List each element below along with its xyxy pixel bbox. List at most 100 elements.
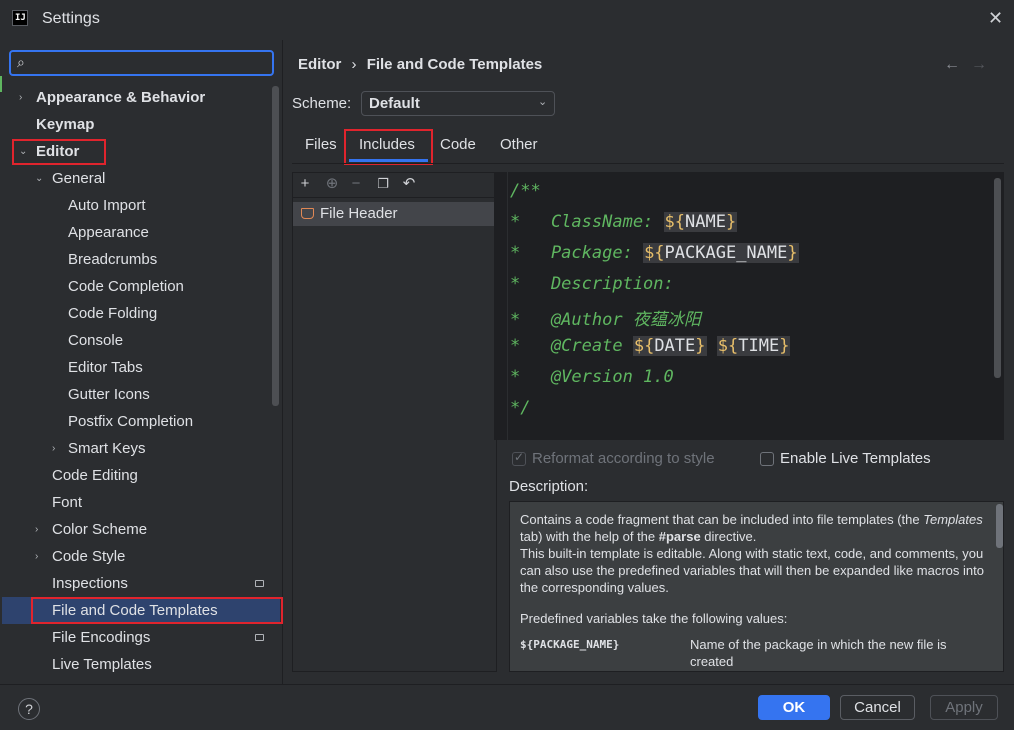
sidebar-item-breadcrumbs[interactable]: Breadcrumbs (68, 246, 157, 273)
sidebar-item-general[interactable]: General (52, 165, 105, 192)
sidebar-item-file-and-code-templates[interactable]: File and Code Templates (52, 597, 218, 624)
gutter-accent (0, 76, 2, 92)
sidebar-item-auto-import[interactable]: Auto Import (68, 192, 146, 219)
chevron-down-icon: ⌄ (538, 96, 548, 108)
sidebar-item-editor-tabs[interactable]: Editor Tabs (68, 354, 143, 381)
description-text: Contains a code fragment that can be inc… (520, 511, 990, 670)
scheme-value: Default (369, 95, 420, 112)
apply-button[interactable]: Apply (930, 695, 998, 720)
chevron-down-icon[interactable]: ⌄ (35, 173, 43, 184)
search-icon: ⌕ (17, 54, 25, 70)
live-templates-label: Enable Live Templates (780, 450, 931, 467)
ok-button[interactable]: OK (758, 695, 830, 720)
chevron-right-icon[interactable]: › (35, 551, 38, 562)
template-list-toolbar: + ⊕ − ❐ ↶ (292, 172, 497, 198)
editor-gutter (494, 172, 508, 440)
close-icon[interactable]: ✕ (988, 8, 1003, 29)
reformat-checkbox[interactable]: ✓ (512, 450, 526, 466)
sidebar-item-keymap[interactable]: Keymap (36, 111, 94, 138)
description-paragraph: This built-in template is editable. Alon… (520, 546, 984, 595)
variable-close-brace: } (695, 336, 706, 356)
tab-other[interactable]: Other (500, 136, 538, 153)
sidebar-item-code-editing[interactable]: Code Editing (52, 462, 138, 489)
variable-name-text: PACKAGE_NAME (664, 243, 788, 263)
live-templates-checkbox[interactable] (760, 452, 774, 466)
sidebar-item-smart-keys[interactable]: Smart Keys (68, 435, 146, 462)
sidebar-item-live-templates[interactable]: Live Templates (52, 651, 152, 678)
project-scope-icon (255, 580, 264, 587)
scheme-dropdown[interactable]: Default ⌄ (361, 91, 555, 116)
chevron-right-icon[interactable]: › (19, 92, 22, 103)
search-field[interactable]: ⌕ (9, 50, 274, 76)
template-list-panel (292, 172, 497, 672)
description-paragraph: Contains a code fragment that can be inc… (520, 511, 990, 545)
description-panel: Contains a code fragment that can be inc… (509, 501, 1004, 672)
window-title: Settings (42, 10, 100, 27)
chevron-down-icon[interactable]: ⌄ (19, 146, 27, 157)
cancel-button[interactable]: Cancel (840, 695, 915, 720)
sidebar-scrollbar[interactable] (272, 86, 279, 406)
add-child-icon[interactable]: ⊕ (323, 175, 341, 193)
back-arrow-icon[interactable]: ← (944, 56, 960, 74)
code-line: */ (510, 398, 531, 418)
breadcrumb-parent[interactable]: Editor (298, 56, 341, 73)
description-scrollbar[interactable] (996, 504, 1003, 548)
text-run: directive. (700, 529, 757, 544)
variable-name-text: TIME (738, 336, 780, 356)
code-line: * ClassName: ${NAME} (510, 212, 738, 232)
description-paragraph: Predefined variables take the following … (520, 611, 788, 626)
code-line: /** (510, 181, 541, 201)
text-run: tab) with the help of the (520, 529, 659, 544)
sidebar-item-gutter-icons[interactable]: Gutter Icons (68, 381, 150, 408)
sidebar-item-console[interactable]: Console (68, 327, 123, 354)
help-button[interactable]: ? (18, 698, 40, 720)
breadcrumb-current: File and Code Templates (366, 56, 543, 73)
sidebar-item-appearance-behavior[interactable]: Appearance & Behavior (36, 84, 205, 111)
app-icon: IJ (12, 10, 28, 26)
variable-description: Name of the package in which the new fil… (690, 637, 947, 669)
reformat-label: Reformat according to style (532, 450, 715, 467)
reset-icon[interactable]: ↶ (400, 175, 418, 193)
copy-icon[interactable]: ❐ (374, 175, 392, 193)
code-line: * @Version 1.0 (510, 367, 674, 387)
tab-includes[interactable]: Includes (359, 136, 415, 153)
breadcrumb-separator: › (351, 56, 357, 73)
sidebar-item-font[interactable]: Font (52, 489, 82, 516)
sidebar-item-file-encodings[interactable]: File Encodings (52, 624, 150, 651)
sidebar-item-inspections[interactable]: Inspections (52, 570, 128, 597)
sidebar-item-code-style[interactable]: Code Style (52, 543, 125, 570)
template-variable: ${PACKAGE_NAME} (643, 243, 799, 263)
sidebar-item-editor[interactable]: Editor (36, 138, 79, 165)
forward-arrow-icon[interactable]: → (971, 56, 987, 74)
variable-name-text: NAME (685, 212, 726, 232)
sidebar-item-code-completion[interactable]: Code Completion (68, 273, 184, 300)
sidebar-item-color-scheme[interactable]: Color Scheme (52, 516, 147, 543)
remove-icon[interactable]: − (347, 175, 365, 193)
code-text: * Package: (510, 243, 644, 263)
sidebar-item-postfix-completion[interactable]: Postfix Completion (68, 408, 193, 435)
code-line: * @Author 夜蕴冰阳 (510, 310, 701, 330)
text-run: #parse (658, 529, 701, 544)
variable-row: ${PACKAGE_NAME} Name of the package in w… (520, 636, 990, 670)
list-item-label: File Header (320, 205, 398, 222)
title-bar (0, 0, 1014, 40)
variable-open-brace: ${ (633, 336, 655, 356)
tab-files[interactable]: Files (305, 136, 337, 153)
search-input[interactable] (39, 54, 259, 72)
tab-code[interactable]: Code (440, 136, 476, 153)
template-file-icon (301, 208, 314, 219)
variable-close-brace: } (779, 336, 790, 356)
editor-scrollbar[interactable] (994, 178, 1001, 378)
tabs-divider (292, 163, 1004, 164)
chevron-right-icon[interactable]: › (52, 443, 55, 454)
sidebar-item-appearance[interactable]: Appearance (68, 219, 149, 246)
code-text: * ClassName: (510, 212, 664, 232)
sidebar-item-code-folding[interactable]: Code Folding (68, 300, 157, 327)
template-code-editor[interactable]: /** * ClassName: ${NAME} * Package: ${PA… (494, 172, 1004, 440)
list-item[interactable]: File Header (293, 202, 496, 226)
add-icon[interactable]: + (296, 175, 314, 193)
template-variable: ${DATE} (632, 336, 707, 356)
code-text: * @Create (510, 336, 633, 356)
code-line: * Description: (510, 274, 674, 294)
chevron-right-icon[interactable]: › (35, 524, 38, 535)
